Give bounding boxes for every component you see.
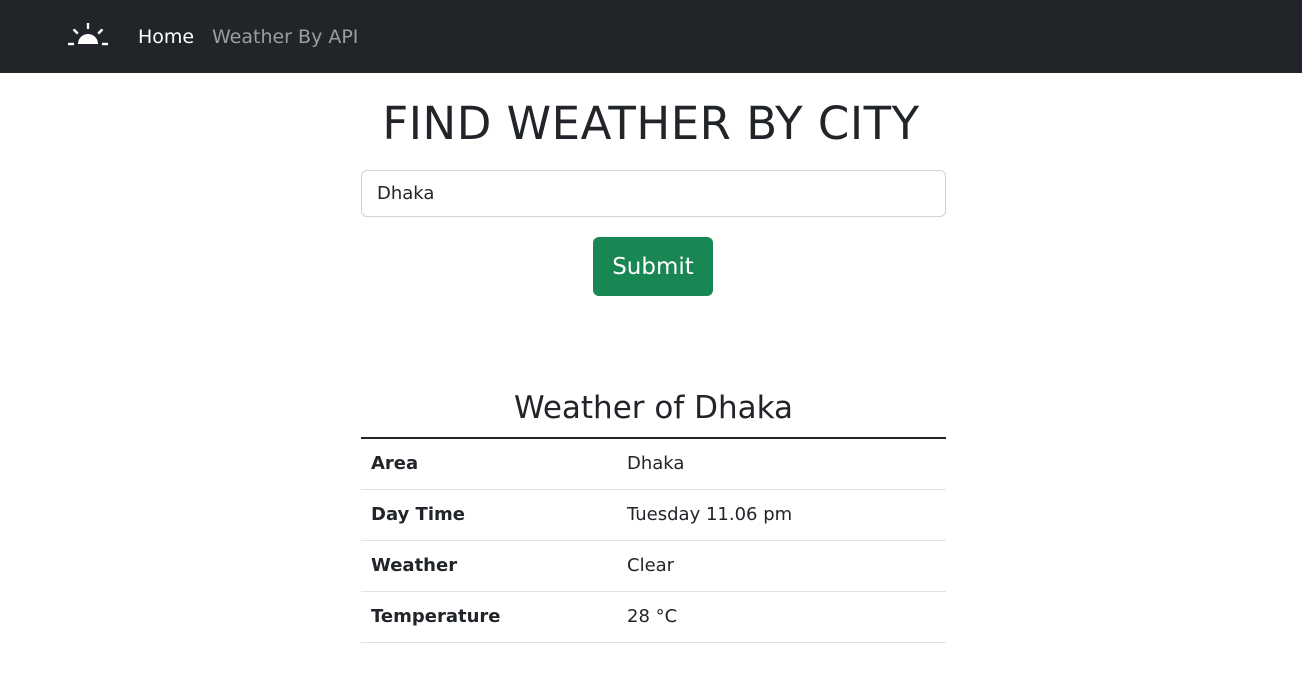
weather-result-heading: Weather of Dhaka <box>513 390 794 426</box>
row-label-temperature: Temperature <box>371 605 501 627</box>
navbar: Home Weather By API <box>0 0 1302 73</box>
table-row: Temperature 28 °C <box>361 591 946 642</box>
table-row: Weather Clear <box>361 540 946 591</box>
table-row: Day Time Tuesday 11.06 pm <box>361 489 946 540</box>
row-label-weather: Weather <box>371 554 458 576</box>
row-value-weather: Clear <box>627 554 675 576</box>
submit-button[interactable]: Submit <box>593 237 713 296</box>
row-label-area: Area <box>371 452 419 474</box>
nav-link-weather-by-api[interactable]: Weather By API <box>212 25 358 49</box>
weather-table: Area Dhaka Day Time Tuesday 11.06 pm Wea… <box>361 437 946 643</box>
city-search-input[interactable] <box>361 170 946 217</box>
table-row: Area Dhaka <box>361 438 946 489</box>
row-value-temperature: 28 °C <box>627 605 678 627</box>
sunrise-icon[interactable] <box>67 22 109 48</box>
nav-link-home[interactable]: Home <box>138 25 194 49</box>
page-title: FIND WEATHER BY CITY <box>382 97 920 150</box>
row-value-area: Dhaka <box>627 452 685 474</box>
row-label-day-time: Day Time <box>371 503 465 525</box>
row-value-day-time: Tuesday 11.06 pm <box>627 503 793 525</box>
